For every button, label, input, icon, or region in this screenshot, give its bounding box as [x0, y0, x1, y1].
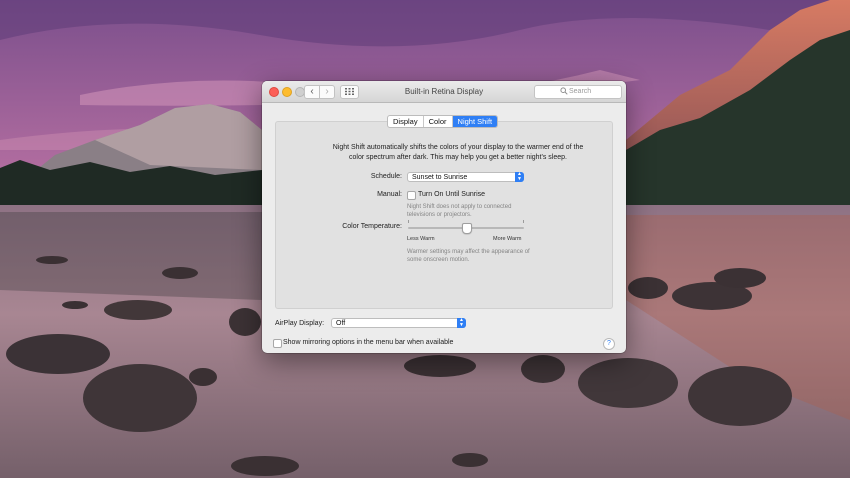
popup-arrows-icon: ▲ ▼	[515, 172, 524, 182]
popup-arrows-icon: ▲ ▼	[457, 318, 466, 328]
more-warm-label: More Warm	[493, 236, 522, 242]
airplay-display-popup[interactable]: Off ▲ ▼	[331, 318, 466, 328]
mirroring-checkbox[interactable]	[273, 339, 282, 348]
manual-note: Night Shift does not apply to connected …	[407, 204, 512, 218]
manual-checkbox[interactable]	[407, 191, 416, 200]
manual-label: Manual:	[377, 191, 402, 198]
system-preferences-window: ‹ › Built-in Retina Display Search Displ…	[262, 81, 626, 353]
schedule-popup[interactable]: Sunset to Sunrise ▲ ▼	[407, 172, 524, 182]
tab-color[interactable]: Color	[424, 116, 453, 127]
tab-bar: Display Color Night Shift	[387, 115, 499, 128]
night-shift-panel: Night Shift automatically shifts the col…	[275, 121, 613, 309]
color-temperature-label: Color Temperature:	[342, 223, 402, 230]
manual-checkbox-label: Turn On Until Sunrise	[418, 191, 486, 198]
slider-tick-min	[408, 220, 409, 223]
schedule-label: Schedule:	[370, 173, 402, 180]
title-bar[interactable]: ‹ › Built-in Retina Display Search	[262, 81, 626, 103]
temperature-note: Warmer settings may affect the appearanc…	[407, 249, 530, 263]
airplay-display-label: AirPlay Display:	[275, 320, 325, 327]
tab-display[interactable]: Display	[388, 116, 424, 127]
schedule-value: Sunset to Sunrise	[412, 174, 468, 181]
tab-night-shift[interactable]: Night Shift	[452, 116, 498, 127]
slider-knob[interactable]	[462, 223, 472, 234]
night-shift-description: Night Shift automatically shifts the col…	[332, 144, 584, 161]
help-button[interactable]: ?	[603, 338, 615, 350]
less-warm-label: Less Warm	[407, 236, 435, 242]
mirroring-checkbox-label: Show mirroring options in the menu bar w…	[283, 339, 454, 346]
search-icon	[560, 87, 568, 95]
search-placeholder: Search	[569, 88, 592, 95]
airplay-display-value: Off	[336, 320, 346, 327]
search-field[interactable]: Search	[534, 85, 622, 99]
color-temperature-slider[interactable]	[408, 223, 524, 234]
slider-tick-max	[523, 220, 524, 223]
